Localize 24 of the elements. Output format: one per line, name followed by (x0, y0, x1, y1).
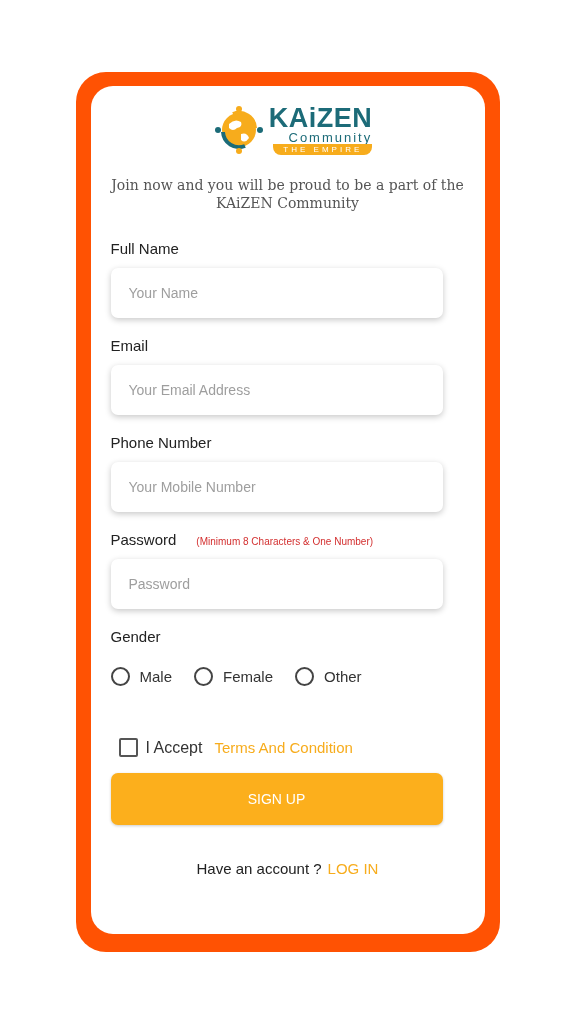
logo-subtitle: Community (288, 131, 373, 144)
radio-icon[interactable] (194, 667, 213, 686)
radio-icon[interactable] (295, 667, 315, 686)
logo-tagline: THE EMPIRE (273, 144, 373, 155)
field-label: Email (110, 337, 148, 354)
field-label: Full Name (110, 240, 179, 257)
login-prompt: Have an account ? (196, 860, 322, 877)
globe-logo-icon (212, 104, 265, 156)
checkbox-label: I Accept (145, 738, 203, 757)
field-label: Password (110, 531, 177, 548)
checkbox[interactable] (118, 738, 138, 757)
radio-option[interactable]: Female (194, 667, 274, 686)
field-hint: (Minimum 8 Characters & One Number) (196, 536, 374, 547)
input-field[interactable]: Your Email Address (110, 365, 443, 415)
input-field[interactable]: Your Mobile Number (110, 462, 443, 512)
logo-name: KAiZEN (268, 105, 373, 131)
field-label: Gender (110, 628, 162, 645)
radio-icon[interactable] (110, 667, 130, 686)
field-label: Phone Number (110, 434, 212, 451)
input-field[interactable]: Your Name (110, 268, 443, 318)
radio-option[interactable]: Male (110, 667, 172, 686)
radio-option[interactable]: Other (295, 667, 362, 686)
intro-text: Join now and you will be proud to be a part of the KAiZEN Community (110, 176, 465, 212)
input-field[interactable]: Password (110, 559, 443, 609)
